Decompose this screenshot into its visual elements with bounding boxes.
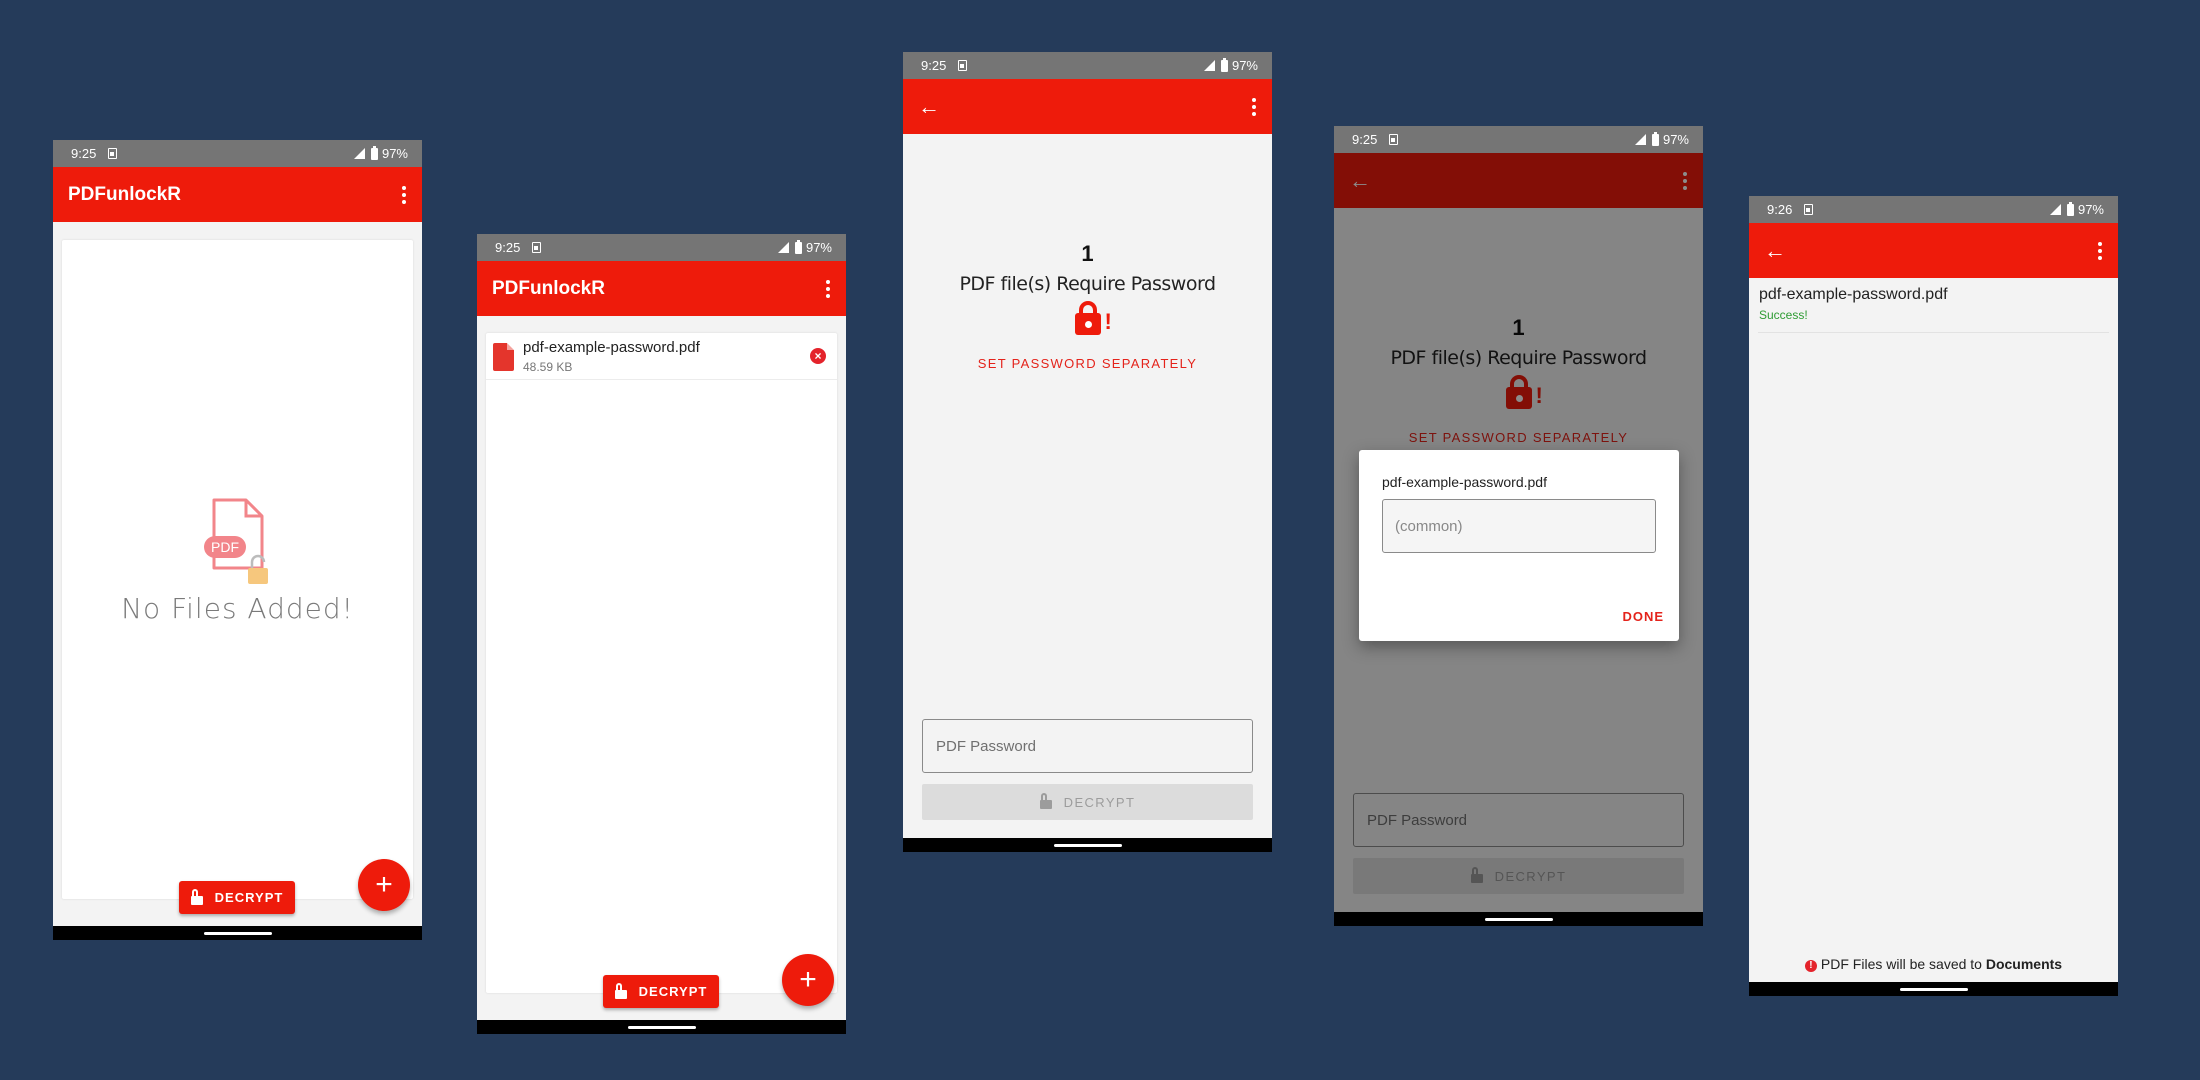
- phone-screen-password-dialog: 9:25 97% ← 1 PDF file(s) Require Passwor…: [1334, 126, 1703, 926]
- sim-icon: [532, 242, 542, 253]
- empty-pdf-icon: PDF: [204, 498, 268, 584]
- app-bar: ←: [1749, 223, 2118, 278]
- status-bar: 9:25 97%: [477, 234, 846, 261]
- phone-screen-password: 9:25 97% ← 1 PDF file(s) Require Passwor…: [903, 52, 1272, 852]
- navigation-bar: [53, 926, 422, 940]
- add-file-button[interactable]: +: [358, 859, 410, 911]
- navigation-bar: [1334, 912, 1703, 926]
- more-options-icon[interactable]: [826, 279, 830, 298]
- navigation-bar: [477, 1020, 846, 1034]
- result-status: Success!: [1759, 308, 1808, 322]
- status-time: 9:25: [495, 240, 521, 255]
- status-bar: 9:25 97%: [1334, 126, 1703, 153]
- home-indicator[interactable]: [203, 932, 272, 935]
- app-title: PDFunlockR: [492, 277, 605, 299]
- battery-icon: [2066, 201, 2074, 216]
- save-location-note: ! PDF Files will be saved to Documents: [1749, 956, 2118, 972]
- battery-icon: [370, 145, 378, 160]
- require-password-label: PDF file(s) Require Password: [959, 273, 1216, 295]
- result-row: pdf-example-password.pdf Success!: [1758, 286, 2109, 333]
- file-count: 1: [1081, 241, 1094, 266]
- app-bar: ←: [903, 79, 1272, 134]
- battery-level: 97%: [1231, 58, 1258, 73]
- decrypt-button[interactable]: DECRYPT: [179, 881, 295, 914]
- file-list-card: pdf-example-password.pdf 48.59 KB ×: [486, 333, 837, 993]
- unlock-icon: [1039, 793, 1052, 809]
- battery-level: 97%: [1662, 132, 1689, 147]
- file-row[interactable]: pdf-example-password.pdf 48.59 KB ×: [486, 333, 837, 380]
- battery-level: 97%: [381, 146, 408, 161]
- locked-alert-icon: !: [1074, 301, 1112, 335]
- status-time: 9:25: [921, 58, 947, 73]
- dialog-password-input[interactable]: (common): [1382, 499, 1656, 553]
- save-note-text: PDF Files will be saved to: [1820, 956, 1986, 972]
- add-file-button[interactable]: +: [782, 954, 834, 1006]
- more-options-icon[interactable]: [2098, 241, 2102, 260]
- phone-screen-file-list: 9:25 97% PDFunlockR pdf-example-password…: [477, 234, 846, 1034]
- signal-icon: [1203, 60, 1215, 71]
- status-time: 9:25: [1352, 132, 1378, 147]
- battery-icon: [1651, 131, 1659, 146]
- sim-icon: [108, 148, 118, 159]
- decrypt-button-disabled[interactable]: DECRYPT: [922, 784, 1253, 820]
- battery-icon: [1220, 57, 1228, 72]
- save-location: Documents: [1985, 956, 2063, 972]
- status-bar: 9:25 97%: [53, 140, 422, 167]
- result-file-name: pdf-example-password.pdf: [1759, 286, 1948, 303]
- decrypt-button[interactable]: DECRYPT: [603, 975, 719, 1008]
- app-bar: PDFunlockR: [477, 261, 846, 316]
- decrypt-label: DECRYPT: [1063, 794, 1136, 810]
- home-indicator[interactable]: [1899, 988, 1968, 991]
- file-list-card: PDF No Files Added!: [62, 240, 413, 899]
- more-options-icon[interactable]: [402, 185, 406, 204]
- unlock-icon: [614, 982, 627, 999]
- dialog-file-name: pdf-example-password.pdf: [1382, 474, 1547, 490]
- pdf-file-icon: [493, 343, 514, 371]
- file-size: 48.59 KB: [523, 360, 573, 374]
- info-icon: !: [1804, 960, 1817, 972]
- back-arrow-icon[interactable]: ←: [1764, 238, 2098, 264]
- signal-icon: [2049, 204, 2061, 215]
- navigation-bar: [903, 838, 1272, 852]
- decrypt-label: DECRYPT: [638, 984, 708, 999]
- signal-icon: [777, 242, 789, 253]
- status-bar: 9:26 97%: [1749, 196, 2118, 223]
- more-options-icon[interactable]: [1252, 97, 1256, 116]
- status-time: 9:25: [71, 146, 97, 161]
- sim-icon: [1804, 204, 1814, 215]
- phone-screen-results: 9:26 97% ← pdf-example-password.pdf Succ…: [1749, 196, 2118, 996]
- status-bar: 9:25 97%: [903, 52, 1272, 79]
- remove-file-icon[interactable]: ×: [810, 348, 826, 364]
- decrypt-label: DECRYPT: [214, 890, 284, 905]
- signal-icon: [1634, 134, 1646, 145]
- file-name: pdf-example-password.pdf: [523, 339, 700, 356]
- set-password-separately-button[interactable]: SET PASSWORD SEPARATELY: [903, 356, 1272, 371]
- dialog-done-button[interactable]: DONE: [1622, 609, 1664, 624]
- battery-icon: [794, 239, 802, 254]
- empty-message: No Files Added!: [121, 592, 354, 625]
- pdf-badge-label: PDF: [211, 539, 239, 555]
- signal-icon: [353, 148, 365, 159]
- home-indicator[interactable]: [1484, 918, 1553, 921]
- navigation-bar: [1749, 982, 2118, 996]
- app-title: PDFunlockR: [68, 183, 181, 205]
- battery-level: 97%: [2077, 202, 2104, 217]
- unlock-icon: [190, 888, 203, 905]
- sim-icon: [1389, 134, 1399, 145]
- password-dialog: pdf-example-password.pdf (common) DONE: [1359, 450, 1679, 641]
- home-indicator[interactable]: [627, 1026, 696, 1029]
- pdf-password-input[interactable]: PDF Password: [922, 719, 1253, 773]
- home-indicator[interactable]: [1053, 844, 1122, 847]
- status-time: 9:26: [1767, 202, 1793, 217]
- battery-level: 97%: [805, 240, 832, 255]
- password-requirement: 1 PDF file(s) Require Password ! SET PAS…: [903, 241, 1272, 371]
- back-arrow-icon[interactable]: ←: [918, 94, 1252, 120]
- sim-icon: [958, 60, 968, 71]
- phone-screen-empty: 9:25 97% PDFunlockR PDF No Files Added! …: [53, 140, 422, 940]
- app-bar: PDFunlockR: [53, 167, 422, 222]
